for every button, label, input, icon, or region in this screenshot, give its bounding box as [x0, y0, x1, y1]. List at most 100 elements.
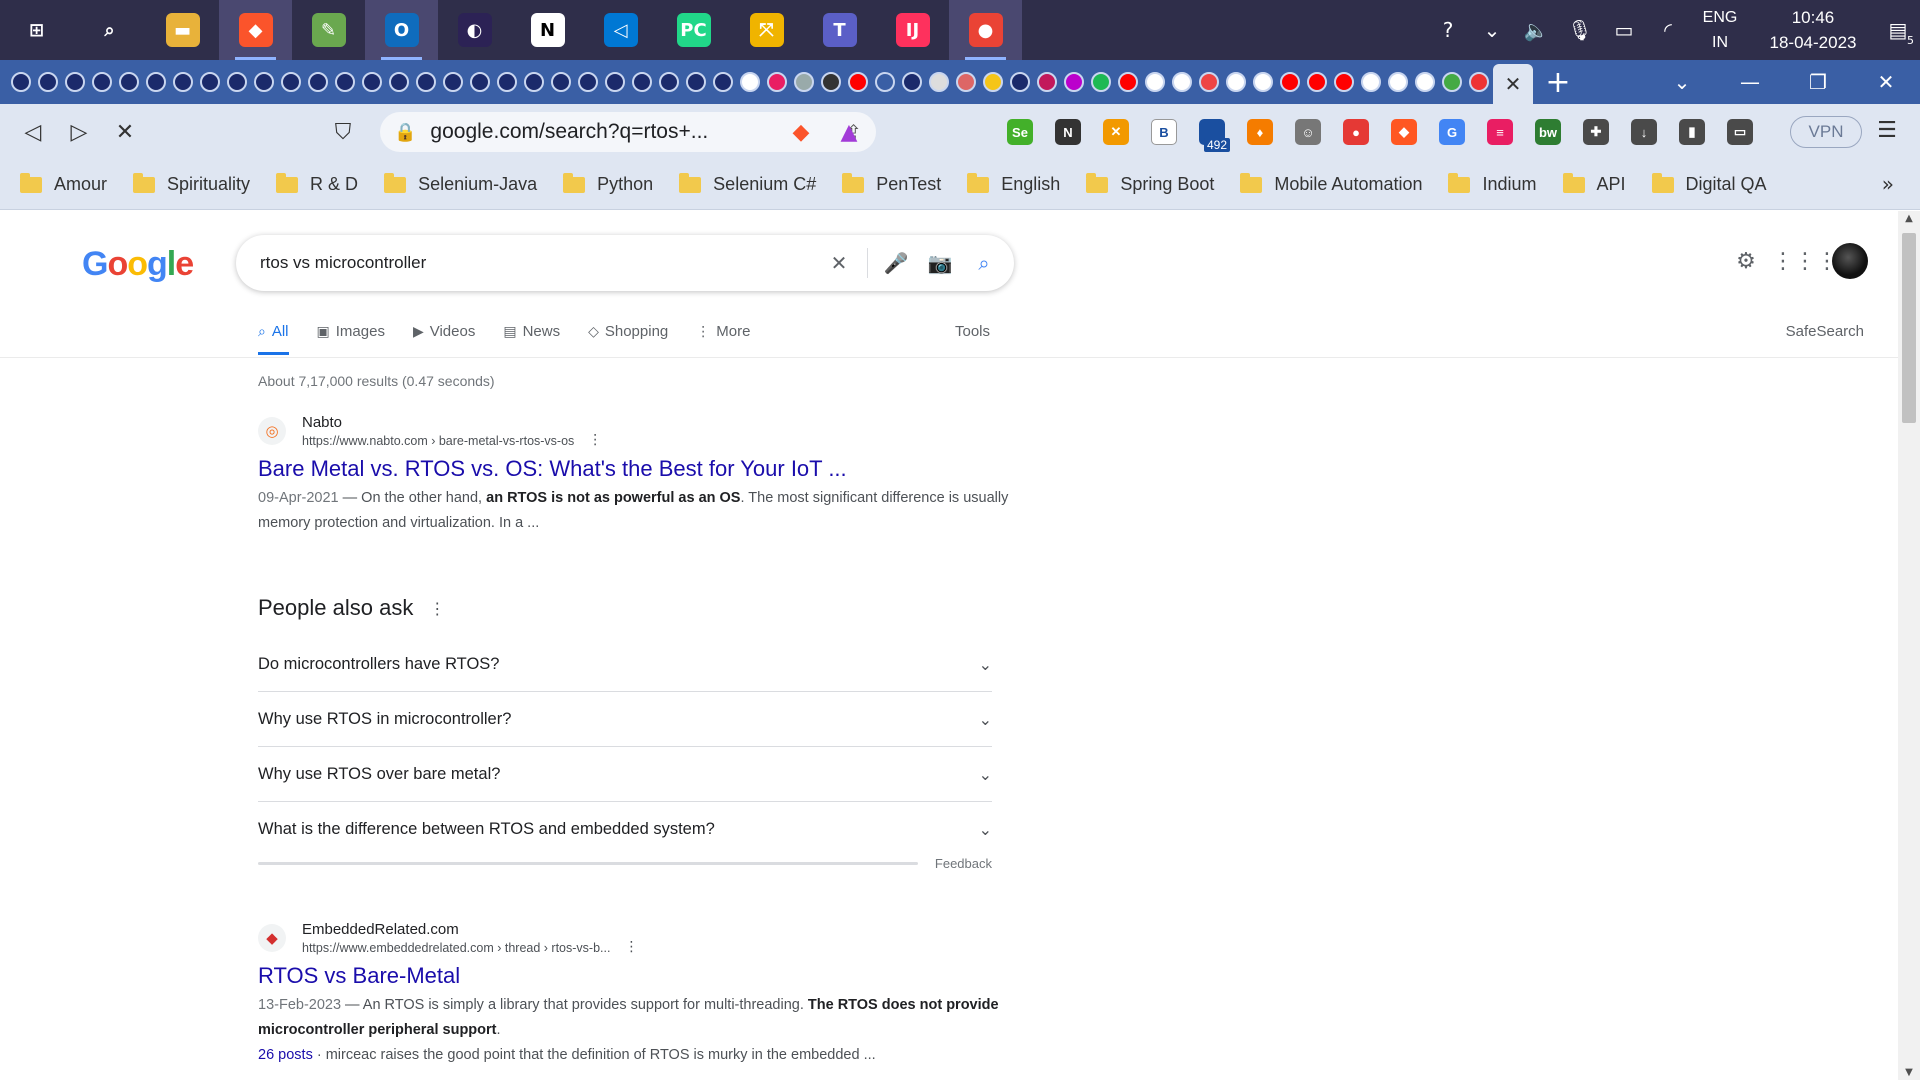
browser-tab[interactable]: [1115, 69, 1141, 95]
browser-tab[interactable]: [116, 69, 142, 95]
browser-tab[interactable]: [278, 69, 304, 95]
extension-red-ext[interactable]: ●: [1332, 104, 1380, 160]
browser-tab[interactable]: [440, 69, 466, 95]
search-input[interactable]: rtos vs microcontroller: [260, 253, 817, 273]
scroll-down-arrow-icon[interactable]: ▼: [1898, 1067, 1920, 1078]
close-window-icon[interactable]: ✕: [1852, 70, 1920, 94]
paa-question[interactable]: Why use RTOS in microcontroller? ⌄: [258, 692, 992, 747]
browser-tab[interactable]: [656, 69, 682, 95]
browser-tab[interactable]: [737, 69, 763, 95]
bookmark-icon[interactable]: ⛉: [320, 120, 366, 145]
battery-icon[interactable]: ▭: [1602, 18, 1646, 42]
browser-tab[interactable]: [359, 69, 385, 95]
safesearch-button[interactable]: SafeSearch: [1786, 323, 1864, 340]
browser-tab[interactable]: [764, 69, 790, 95]
browser-tab[interactable]: [872, 69, 898, 95]
brave-rewards-icon[interactable]: ▲: [826, 120, 872, 145]
browser-tab[interactable]: [1250, 69, 1276, 95]
browser-tab[interactable]: [575, 69, 601, 95]
extension-orange-ext[interactable]: ♦: [1236, 104, 1284, 160]
taskbar-brave[interactable]: ◆: [219, 0, 292, 60]
taskbar-notepad[interactable]: ✎: [292, 0, 365, 60]
bookmark-folder[interactable]: Spirituality: [133, 172, 250, 195]
browser-tab[interactable]: [629, 69, 655, 95]
browser-tab[interactable]: [467, 69, 493, 95]
forward-button[interactable]: ▷: [56, 120, 102, 145]
page-scrollbar[interactable]: ▲ ▼: [1898, 211, 1920, 1080]
browser-tab[interactable]: [980, 69, 1006, 95]
back-button[interactable]: ◁: [10, 120, 56, 145]
extension-xpath-helper[interactable]: ✕: [1092, 104, 1140, 160]
browser-tab[interactable]: [332, 69, 358, 95]
browser-tab[interactable]: [1007, 69, 1033, 95]
paa-more-icon[interactable]: ⋮: [429, 599, 445, 618]
result-more-icon[interactable]: ⋮: [588, 432, 602, 448]
browser-tab[interactable]: [1142, 69, 1168, 95]
wifi-icon[interactable]: ◜: [1646, 18, 1690, 42]
clear-search-icon[interactable]: ✕: [817, 251, 861, 275]
notifications-icon[interactable]: ▤ 5: [1876, 18, 1920, 47]
browser-tab[interactable]: [1223, 69, 1249, 95]
tab-news[interactable]: ▤ News: [503, 323, 560, 352]
bookmark-folder[interactable]: Mobile Automation: [1240, 172, 1422, 195]
help-icon[interactable]: ?: [1426, 18, 1470, 42]
browser-tab[interactable]: [548, 69, 574, 95]
taskbar-chrome[interactable]: ●: [949, 0, 1022, 60]
result-more-icon[interactable]: ⋮: [624, 939, 638, 955]
tab-search-chevron-icon[interactable]: ⌄: [1648, 70, 1716, 94]
google-logo[interactable]: Google: [82, 245, 194, 284]
browser-tab[interactable]: [1358, 69, 1384, 95]
new-tab-button[interactable]: +: [1533, 65, 1583, 100]
taskbar-notion[interactable]: N: [511, 0, 584, 60]
bookmark-folder[interactable]: Selenium C#: [679, 172, 816, 195]
search-box[interactable]: rtos vs microcontroller ✕ 🎤 📷 ⌕: [236, 235, 1014, 291]
scrollbar-thumb[interactable]: [1902, 233, 1916, 423]
tools-button[interactable]: Tools: [955, 323, 990, 340]
paa-question[interactable]: What is the difference between RTOS and …: [258, 802, 992, 857]
extension-puzzle-ext[interactable]: ✚: [1572, 104, 1620, 160]
browser-tab[interactable]: [845, 69, 871, 95]
taskbar-file-explorer[interactable]: ▬: [146, 0, 219, 60]
result-title[interactable]: Bare Metal vs. RTOS vs. OS: What's the B…: [258, 456, 1018, 482]
bookmark-folder[interactable]: Indium: [1448, 172, 1537, 195]
taskbar-vscode[interactable]: ◁: [584, 0, 657, 60]
taskbar-pycharm[interactable]: PC: [657, 0, 730, 60]
extension-selenium-ide[interactable]: Se: [996, 104, 1044, 160]
lock-icon[interactable]: 🔒: [394, 122, 416, 143]
browser-tab[interactable]: [251, 69, 277, 95]
result-source[interactable]: ◆ EmbeddedRelated.com https://www.embedd…: [258, 921, 1018, 955]
browser-tab[interactable]: [62, 69, 88, 95]
browser-tab[interactable]: [683, 69, 709, 95]
extension-notion-clipper[interactable]: N: [1044, 104, 1092, 160]
extension-bold-ext[interactable]: B: [1140, 104, 1188, 160]
browser-tab[interactable]: [305, 69, 331, 95]
extension-download[interactable]: ↓: [1620, 104, 1668, 160]
tab-videos[interactable]: ▶ Videos: [413, 323, 475, 352]
browser-tab[interactable]: [791, 69, 817, 95]
camera-search-icon[interactable]: 📷: [918, 251, 962, 275]
browser-tab[interactable]: [899, 69, 925, 95]
browser-tab[interactable]: [521, 69, 547, 95]
paa-question[interactable]: Do microcontrollers have RTOS? ⌄: [258, 637, 992, 692]
stop-loading-button[interactable]: ✕: [102, 120, 148, 145]
taskbar-outlook[interactable]: O: [365, 0, 438, 60]
browser-tab[interactable]: [1304, 69, 1330, 95]
search-icon[interactable]: ⌕: [962, 251, 1006, 275]
extension-wallet[interactable]: ▭: [1716, 104, 1764, 160]
browser-tab[interactable]: [8, 69, 34, 95]
browser-tab[interactable]: [413, 69, 439, 95]
browser-tab[interactable]: [1466, 69, 1492, 95]
account-avatar[interactable]: [1832, 243, 1868, 279]
bookmark-folder[interactable]: Digital QA: [1651, 172, 1767, 195]
microphone-icon[interactable]: 🎤: [874, 251, 918, 275]
browser-tab[interactable]: [1196, 69, 1222, 95]
bookmark-folder[interactable]: R & D: [276, 172, 358, 195]
browser-tab[interactable]: [953, 69, 979, 95]
settings-gear-icon[interactable]: ⚙: [1720, 249, 1772, 274]
scroll-up-arrow-icon[interactable]: ▲: [1898, 213, 1920, 224]
bookmark-folder[interactable]: English: [967, 172, 1060, 195]
browser-tab[interactable]: [224, 69, 250, 95]
taskbar-eclipse[interactable]: ◐: [438, 0, 511, 60]
extension-bw-ext[interactable]: bw: [1524, 104, 1572, 160]
tab-all[interactable]: ⌕ All: [258, 323, 289, 355]
